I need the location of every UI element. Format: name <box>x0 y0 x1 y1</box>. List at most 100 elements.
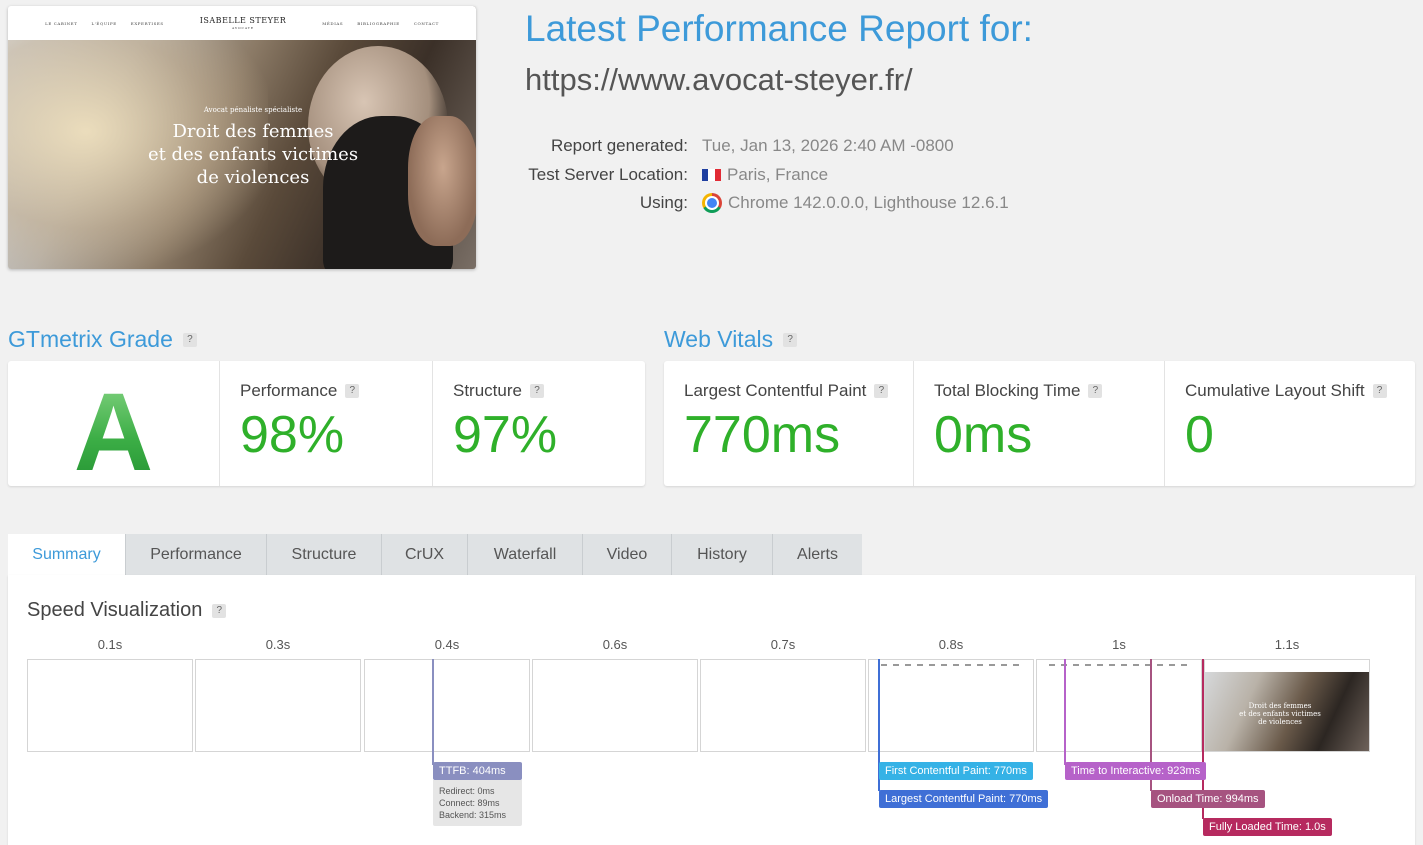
thumbnail-hero-text: Avocat pénaliste spécialiste Droit des f… <box>128 106 378 189</box>
meta-location-text: Paris, France <box>727 164 829 184</box>
help-icon[interactable]: ? <box>874 384 889 398</box>
cls-cell: Cumulative Layout Shift? 0 <box>1165 361 1415 486</box>
gtmetrix-grade-heading: GTmetrix Grade ? <box>8 326 197 353</box>
frame-time-label: 0.1s <box>97 637 123 652</box>
filmstrip-frame[interactable] <box>364 659 530 752</box>
tbt-label-text: Total Blocking Time <box>934 381 1081 400</box>
page-screenshot-thumbnail: LE CABINET L'ÉQUIPE EXPERTISES ISABELLE … <box>8 6 476 269</box>
thumbnail-nav: LE CABINET L'ÉQUIPE EXPERTISES ISABELLE … <box>8 6 476 40</box>
filmstrip-frame[interactable] <box>532 659 698 752</box>
tbt-label: Total Blocking Time? <box>934 381 1103 401</box>
cls-label-text: Cumulative Layout Shift <box>1185 381 1365 400</box>
help-icon[interactable]: ? <box>345 384 360 398</box>
frame-time-label: 0.8s <box>938 637 964 652</box>
ttfb-connect: Connect: 89ms <box>439 798 500 808</box>
lcp-label: Largest Contentful Paint? <box>684 381 889 401</box>
help-icon[interactable]: ? <box>1088 384 1103 398</box>
tab-waterfall[interactable]: Waterfall <box>468 534 583 575</box>
meta-using-label: Using: <box>639 193 688 213</box>
meta-row-generated: Report generated: Tue, Jan 13, 2026 2:40… <box>470 132 1110 161</box>
report-tabs: Summary Performance Structure CrUX Water… <box>8 534 862 575</box>
web-vitals-card: Largest Contentful Paint? 770ms Total Bl… <box>664 361 1415 486</box>
web-vitals-heading-text: Web Vitals <box>664 326 774 352</box>
filmstrip-frame[interactable] <box>1036 659 1202 752</box>
thumbnail-headline-line: et des enfants victimes <box>147 144 359 165</box>
filmstrip-frame[interactable] <box>700 659 866 752</box>
lcp-cell: Largest Contentful Paint? 770ms <box>664 361 914 486</box>
frame-time-label: 0.3s <box>265 637 291 652</box>
report-url[interactable]: https://www.avocat-steyer.fr/ <box>525 62 913 98</box>
tbt-value: 0ms <box>934 406 1033 464</box>
thumbnail-hand <box>408 116 476 246</box>
structure-label-text: Structure <box>453 381 522 400</box>
filmstrip-frame-loaded[interactable]: Droit des femmes et des enfants victimes… <box>1204 659 1370 752</box>
tab-video[interactable]: Video <box>583 534 672 575</box>
frame-time-label: 0.4s <box>434 637 460 652</box>
filmstrip-frame-line: et des enfants victimes <box>1239 710 1321 718</box>
cls-label: Cumulative Layout Shift? <box>1185 381 1387 401</box>
meta-row-location: Test Server Location: Paris, France <box>470 161 1110 190</box>
help-icon[interactable]: ? <box>1372 384 1387 398</box>
ttfb-marker[interactable]: TTFB: 404ms <box>433 762 522 780</box>
thumbnail-brand-sub: AVOCATE <box>231 25 255 30</box>
meta-generated-text: Tue, Jan 13, 2026 2:40 AM -0800 <box>702 136 954 156</box>
grade-cell: A <box>8 361 220 494</box>
performance-label-text: Performance <box>240 381 338 400</box>
tab-performance[interactable]: Performance <box>126 534 267 575</box>
thumbnail-nav-item: BIBLIOGRAPHIE <box>357 20 400 26</box>
meta-location-value: Paris, France <box>702 165 828 185</box>
thumbnail-nav-item: EXPERTISES <box>130 20 164 26</box>
summary-panel: Speed Visualization ? 0.1s 0.3s 0.4s 0.6… <box>8 575 1415 845</box>
performance-value: 98% <box>240 406 345 464</box>
frame-time-label: 1.1s <box>1274 637 1300 652</box>
thumbnail-nav-item: LE CABINET <box>45 20 78 26</box>
help-icon[interactable]: ? <box>182 332 197 347</box>
meta-using-text: Chrome 142.0.0.0, Lighthouse 12.6.1 <box>728 193 1009 213</box>
ttfb-line <box>432 659 434 765</box>
lcp-marker[interactable]: Largest Contentful Paint: 770ms <box>879 790 1049 808</box>
filmstrip-frame[interactable] <box>27 659 193 752</box>
ttfb-backend: Backend: 315ms <box>439 810 507 820</box>
ttfb-redirect: Redirect: 0ms <box>439 786 495 796</box>
meta-generated-value: Tue, Jan 13, 2026 2:40 AM -0800 <box>702 136 954 156</box>
lcp-label-text: Largest Contentful Paint <box>684 381 867 400</box>
tab-summary[interactable]: Summary <box>8 534 126 575</box>
thumbnail-nav-item: CONTACT <box>413 20 439 26</box>
tab-structure[interactable]: Structure <box>267 534 382 575</box>
thumbnail-headline-line: de violences <box>196 167 310 188</box>
fully-loaded-marker[interactable]: Fully Loaded Time: 1.0s <box>1203 818 1332 836</box>
thumbnail-brand-name: ISABELLE STEYER <box>199 15 287 25</box>
performance-label: Performance? <box>240 381 360 401</box>
tab-alerts[interactable]: Alerts <box>773 534 862 575</box>
tab-history[interactable]: History <box>672 534 773 575</box>
tab-crux[interactable]: CrUX <box>382 534 468 575</box>
grade-letter: A <box>8 369 219 496</box>
frame-time-label: 1s <box>1112 637 1126 652</box>
filmstrip-frame-text: Droit des femmes et des enfants victimes… <box>1235 702 1325 726</box>
thumbnail-brand: ISABELLE STEYER AVOCATE <box>199 15 287 30</box>
tti-line <box>1064 659 1066 765</box>
structure-label: Structure? <box>453 381 544 401</box>
thumbnail-subtitle: Avocat pénaliste spécialiste <box>203 106 303 114</box>
cls-value: 0 <box>1185 406 1214 464</box>
report-meta: Report generated: Tue, Jan 13, 2026 2:40… <box>470 132 1110 218</box>
tti-marker[interactable]: Time to Interactive: 923ms <box>1065 762 1207 780</box>
meta-row-using: Using: Chrome 142.0.0.0, Lighthouse 12.6… <box>470 189 1110 218</box>
chrome-icon <box>702 193 722 214</box>
help-icon[interactable]: ? <box>212 603 227 618</box>
france-flag-icon <box>702 168 721 181</box>
help-icon[interactable]: ? <box>783 332 798 347</box>
filmstrip-frame[interactable] <box>868 659 1034 752</box>
tbt-cell: Total Blocking Time? 0ms <box>914 361 1165 486</box>
structure-cell: Structure? 97% <box>433 361 645 486</box>
web-vitals-heading: Web Vitals ? <box>664 326 798 353</box>
filmstrip-frame[interactable] <box>195 659 361 752</box>
performance-cell: Performance? 98% <box>220 361 433 486</box>
frame-time-label: 0.6s <box>602 637 628 652</box>
meta-generated-label: Report generated: <box>550 136 688 156</box>
fcp-marker[interactable]: First Contentful Paint: 770ms <box>879 762 1033 780</box>
ttfb-breakdown: Redirect: 0ms Connect: 89ms Backend: 315… <box>433 780 522 826</box>
onload-marker[interactable]: Onload Time: 994ms <box>1151 790 1265 808</box>
help-icon[interactable]: ? <box>529 384 544 398</box>
filmstrip-frame-line: de violences <box>1258 718 1302 726</box>
